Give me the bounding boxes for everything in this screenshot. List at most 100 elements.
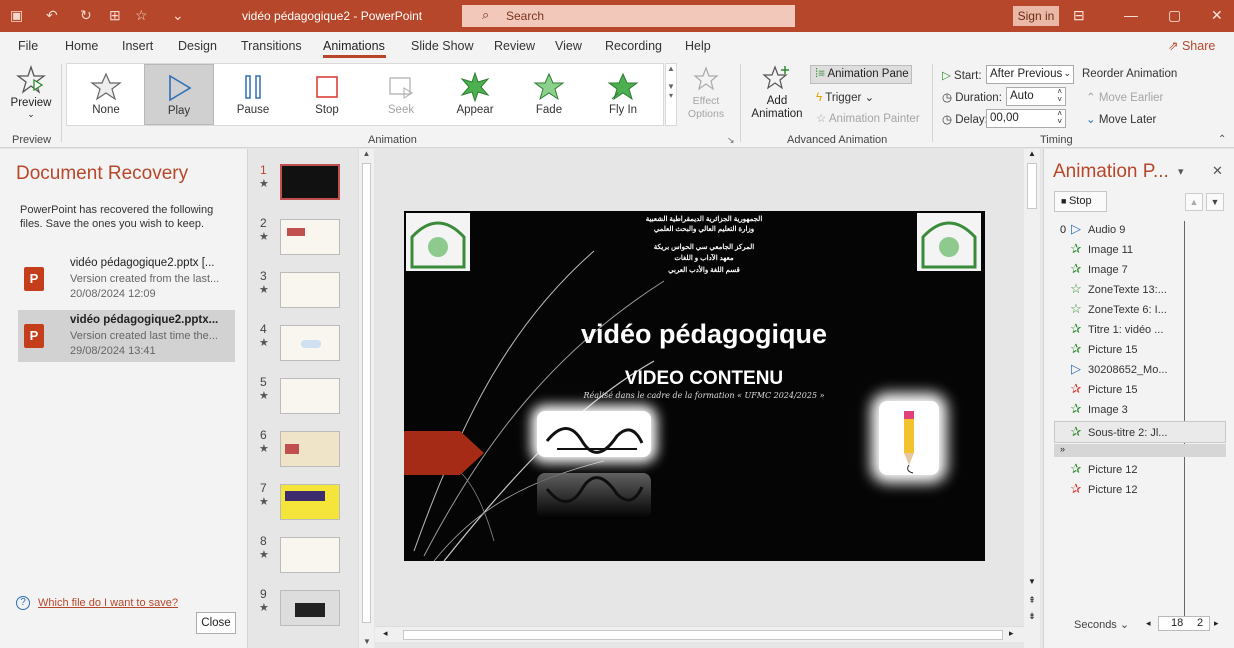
ribbon-display-icon[interactable]: ⊟ <box>1073 7 1085 24</box>
animation-item[interactable]: Picture 12 <box>1088 484 1138 496</box>
animation-item[interactable]: Sous-titre 2: Jl... <box>1088 427 1167 439</box>
effect-options-button[interactable]: Effect Options <box>682 66 730 121</box>
slide-thumbnail-5[interactable] <box>280 378 340 414</box>
timeline-left-icon[interactable]: ◂ <box>1146 618 1151 629</box>
slide-note[interactable]: Réalisé dans le cadre de la formation « … <box>404 391 985 400</box>
trigger-button[interactable]: ϟ Trigger ⌄ <box>816 90 874 104</box>
horizontal-scrollbar[interactable]: ◂ ▸ <box>375 626 1025 642</box>
tab-help[interactable]: Help <box>685 39 711 53</box>
close-pane-icon[interactable]: ✕ <box>1212 163 1223 179</box>
animation-appear[interactable]: Appear <box>440 64 510 125</box>
undo-icon[interactable]: ↶ <box>46 7 58 24</box>
duration-input[interactable]: Auto ˄ ˅ <box>1006 87 1066 106</box>
scroll-thumb[interactable] <box>362 163 371 623</box>
tab-slide-show[interactable]: Slide Show <box>411 39 474 53</box>
pane-options-icon[interactable]: ▾ <box>1178 165 1184 178</box>
expand-trigger-row[interactable]: » <box>1054 444 1226 457</box>
slide-title[interactable]: vidéo pédagogique <box>404 319 985 350</box>
animation-seek[interactable]: Seek <box>366 64 436 125</box>
collapse-ribbon-icon[interactable]: ⌃ <box>1218 134 1226 145</box>
sign-in-button[interactable]: Sign in <box>1013 6 1059 26</box>
animation-item[interactable]: Image 11 <box>1088 244 1133 256</box>
save-icon[interactable]: ▣ <box>10 7 23 24</box>
stop-button[interactable]: ■ Stop <box>1054 191 1107 212</box>
tab-insert[interactable]: Insert <box>122 39 153 53</box>
recovered-file-item-selected[interactable]: P vidéo pédagogique2.pptx... Version cre… <box>18 310 235 362</box>
redo-icon[interactable]: ↻ <box>80 7 92 24</box>
tab-file[interactable]: File <box>18 39 38 53</box>
animation-item[interactable]: Audio 9 <box>1088 224 1125 236</box>
seconds-dropdown[interactable]: Seconds ⌄ <box>1074 618 1129 631</box>
animation-item[interactable]: Picture 15 <box>1088 344 1138 356</box>
animation-item[interactable]: 30208652_Mo... <box>1088 364 1168 376</box>
animation-play[interactable]: Play <box>144 64 214 125</box>
timeline-scale[interactable]: 18 2 <box>1158 616 1210 631</box>
start-select[interactable]: After Previous ⌄ <box>986 65 1074 84</box>
red-arrow-shape[interactable] <box>404 431 486 475</box>
slide-thumbnail-4[interactable] <box>280 325 340 361</box>
slide-thumbnail-2[interactable] <box>280 219 340 255</box>
slide-thumbnail-9[interactable] <box>280 590 340 626</box>
search-box[interactable]: ⌕ Search <box>462 5 795 27</box>
tab-view[interactable]: View <box>555 39 582 53</box>
slide-thumbnail-6[interactable] <box>280 431 340 467</box>
which-file-help-link[interactable]: Which file do I want to save? <box>38 597 178 609</box>
tab-design[interactable]: Design <box>178 39 217 53</box>
animation-item[interactable]: Image 3 <box>1088 404 1128 416</box>
move-down-icon[interactable]: ▼ <box>1206 193 1224 211</box>
slide-thumbnail-7[interactable] <box>280 484 340 520</box>
slide-thumbnail-3[interactable] <box>280 272 340 308</box>
animation-none[interactable]: None <box>71 64 141 125</box>
gallery-scroll[interactable]: ▲ ▼ ▾ <box>665 63 677 126</box>
move-earlier-button[interactable]: ⌃ Move Earlier <box>1086 90 1163 104</box>
recovered-file-item[interactable]: P vidéo pédagogique2.pptx [... Version c… <box>18 253 235 305</box>
animation-item[interactable]: Picture 12 <box>1088 464 1138 476</box>
scroll-up-icon[interactable]: ▲ <box>359 149 374 158</box>
tab-home[interactable]: Home <box>65 39 98 53</box>
pencil-image[interactable] <box>879 401 939 475</box>
spinner-icon[interactable]: ˄ ˅ <box>1057 110 1062 126</box>
tab-review[interactable]: Review <box>494 39 535 53</box>
animation-stop[interactable]: Stop <box>292 64 362 125</box>
move-up-icon[interactable]: ▲ <box>1185 193 1203 211</box>
animation-item[interactable]: ZoneTexte 6: I... <box>1088 304 1167 316</box>
thumbnail-scrollbar[interactable]: ▲ ▼ <box>358 149 374 648</box>
calligraphy-image[interactable] <box>537 411 651 457</box>
scroll-left-icon[interactable]: ◂ <box>383 628 388 639</box>
animation-fly-in[interactable]: Fly In <box>588 64 658 125</box>
current-slide[interactable]: الجمهورية الجزائرية الديمقراطية الشعبية … <box>404 211 985 561</box>
tab-transitions[interactable]: Transitions <box>241 39 302 53</box>
animation-item[interactable]: Titre 1: vidéo ... <box>1088 324 1163 336</box>
next-slide-icon[interactable]: ⇟ <box>1024 611 1040 622</box>
scroll-right-icon[interactable]: ▸ <box>1009 628 1014 639</box>
animation-painter-button[interactable]: ☆ Animation Painter <box>816 111 920 125</box>
scroll-up-icon[interactable]: ▲ <box>1024 149 1040 158</box>
previous-slide-icon[interactable]: ⇞ <box>1024 595 1040 606</box>
timeline-right-icon[interactable]: ▸ <box>1214 618 1219 629</box>
animation-item[interactable]: Picture 15 <box>1088 384 1138 396</box>
spinner-icon[interactable]: ˄ ˅ <box>1057 88 1062 104</box>
vertical-scrollbar[interactable]: ▲ ▼ ⇞ ⇟ <box>1024 149 1040 648</box>
tab-recording[interactable]: Recording <box>605 39 662 53</box>
scroll-thumb[interactable] <box>403 630 1003 640</box>
close-icon[interactable]: ✕ <box>1211 7 1223 24</box>
customize-icon[interactable]: ☆ <box>135 7 148 24</box>
quick-access-menu-icon[interactable]: ⌄ <box>172 7 184 24</box>
slide-thumbnail-1[interactable] <box>280 164 340 200</box>
add-animation-button[interactable]: Add Animation <box>746 64 808 121</box>
scroll-down-icon[interactable]: ▼ <box>359 637 375 646</box>
animation-pause[interactable]: Pause <box>218 64 288 125</box>
preview-button[interactable]: Preview ⌄ <box>6 64 56 124</box>
animation-item[interactable]: ZoneTexte 13:... <box>1088 284 1167 296</box>
close-recovery-button[interactable]: Close <box>196 612 236 634</box>
slide-thumbnail-8[interactable] <box>280 537 340 573</box>
scroll-thumb[interactable] <box>1027 163 1037 209</box>
minimize-icon[interactable]: — <box>1124 7 1138 23</box>
animation-pane-button[interactable]: ⁞≡ Animation Pane <box>810 65 912 84</box>
delay-input[interactable]: 00,00 ˄ ˅ <box>986 109 1066 128</box>
present-icon[interactable]: ⊞ <box>109 7 121 24</box>
animation-item[interactable]: Image 7 <box>1088 264 1128 276</box>
share-button[interactable]: ⇗ Share <box>1168 38 1215 53</box>
restore-icon[interactable]: ▢ <box>1168 7 1181 24</box>
move-later-button[interactable]: ⌄ Move Later <box>1086 112 1156 126</box>
